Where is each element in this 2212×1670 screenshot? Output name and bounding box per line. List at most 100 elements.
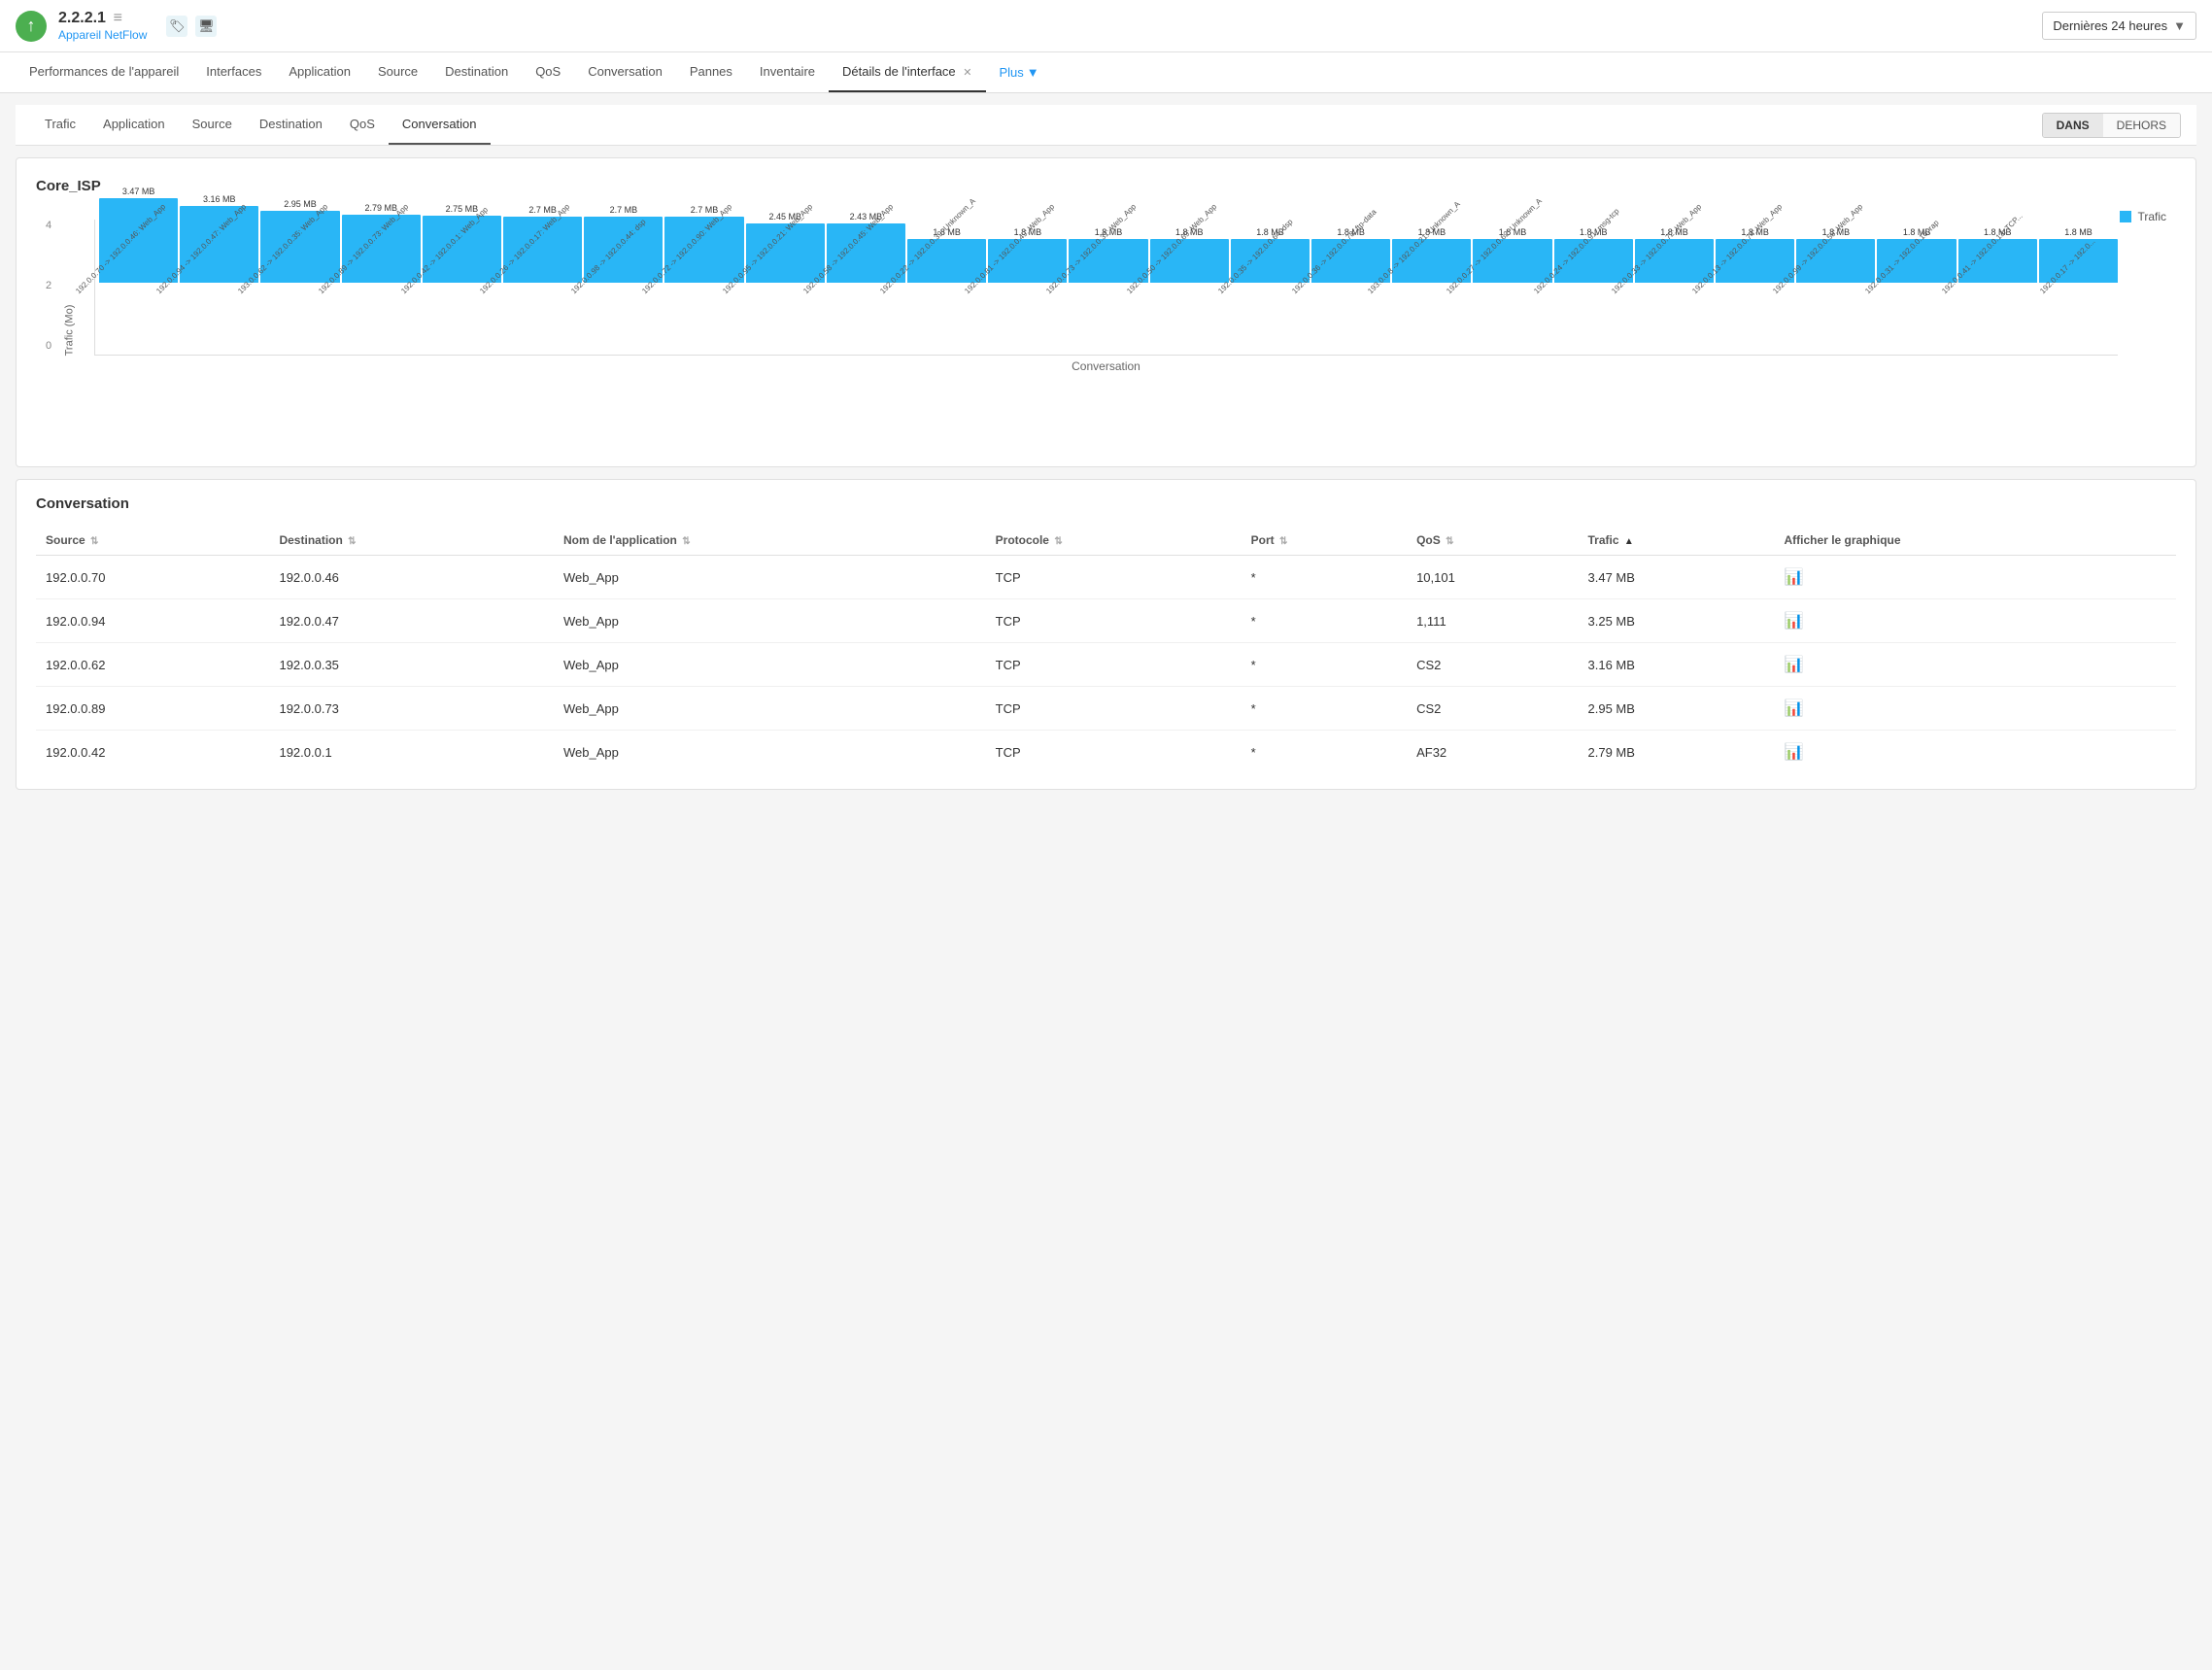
cell-graph[interactable]: 📊 xyxy=(1775,643,2176,687)
chart-x-label: Conversation xyxy=(94,359,2118,373)
header-icons: 🏷 🖥 xyxy=(166,16,217,37)
legend-label: Trafic xyxy=(2137,210,2166,223)
sort-icon-qos: ⇅ xyxy=(1446,536,1453,547)
cell-port: * xyxy=(1242,643,1407,687)
table-row: 192.0.0.94 192.0.0.47 Web_App TCP * 1,11… xyxy=(36,599,2176,643)
cell-trafic: 3.16 MB xyxy=(1579,643,1775,687)
cell-destination: 192.0.0.1 xyxy=(269,731,554,774)
col-port[interactable]: Port ⇅ xyxy=(1242,526,1407,556)
chart-card: Core_ISP Trafic Trafic (Mo) 4 2 0 3.47 M… xyxy=(16,157,2196,467)
device-link[interactable]: Appareil NetFlow xyxy=(58,28,147,42)
chart-bars-area: 3.47 MB192.0.0.70 -> 192.0.0.46: Web_App… xyxy=(94,220,2118,356)
content-area: Trafic Application Source Destination Qo… xyxy=(0,93,2212,801)
nav-tab-more[interactable]: Plus ▼ xyxy=(986,52,1053,92)
nav-tab-qos[interactable]: QoS xyxy=(522,52,574,92)
sub-tab-qos[interactable]: QoS xyxy=(336,105,389,145)
table-section: Conversation Source ⇅ Destination ⇅ Nom … xyxy=(16,479,2196,790)
col-graph: Afficher le graphique xyxy=(1775,526,2176,556)
graph-bar-icon[interactable]: 📊 xyxy=(1785,700,1804,717)
conversation-table: Source ⇅ Destination ⇅ Nom de l'applicat… xyxy=(36,526,2176,773)
table-row: 192.0.0.70 192.0.0.46 Web_App TCP * 10,1… xyxy=(36,556,2176,599)
time-selector[interactable]: Dernières 24 heures ▼ xyxy=(2042,12,2196,40)
dropdown-arrow-icon: ▼ xyxy=(2173,18,2186,33)
sort-icon-port: ⇅ xyxy=(1279,536,1287,547)
y-axis-labels: 4 2 0 xyxy=(46,220,51,356)
chart-y-axis-label: Trafic (Mo) xyxy=(63,305,75,357)
col-destination[interactable]: Destination ⇅ xyxy=(269,526,554,556)
cell-graph[interactable]: 📊 xyxy=(1775,599,2176,643)
nav-tab-destination[interactable]: Destination xyxy=(431,52,522,92)
direction-buttons: DANS DEHORS xyxy=(2042,113,2181,138)
cell-source: 192.0.0.70 xyxy=(36,556,269,599)
sort-icon-protocol: ⇅ xyxy=(1054,536,1062,547)
cell-trafic: 3.47 MB xyxy=(1579,556,1775,599)
tag-icon[interactable]: 🏷 xyxy=(166,16,187,37)
direction-dehors-button[interactable]: DEHORS xyxy=(2103,114,2180,137)
device-info: 2.2.2.1 ≡ Appareil NetFlow xyxy=(58,10,147,42)
nav-tab-inventaire[interactable]: Inventaire xyxy=(746,52,829,92)
nav-tab-source[interactable]: Source xyxy=(364,52,431,92)
cell-qos: 1,111 xyxy=(1407,599,1578,643)
cell-source: 192.0.0.62 xyxy=(36,643,269,687)
cell-port: * xyxy=(1242,599,1407,643)
cell-port: * xyxy=(1242,687,1407,731)
table-header-row: Source ⇅ Destination ⇅ Nom de l'applicat… xyxy=(36,526,2176,556)
direction-dans-button[interactable]: DANS xyxy=(2043,114,2103,137)
col-trafic[interactable]: Trafic ▲ xyxy=(1579,526,1775,556)
table-title: Conversation xyxy=(36,495,2176,512)
header-right: Dernières 24 heures ▼ xyxy=(2042,12,2196,40)
nav-tabs: Performances de l'appareil Interfaces Ap… xyxy=(0,52,2212,93)
cell-destination: 192.0.0.73 xyxy=(269,687,554,731)
tab-close-icon[interactable]: ✕ xyxy=(963,67,971,79)
cell-destination: 192.0.0.47 xyxy=(269,599,554,643)
cell-app: Web_App xyxy=(554,556,986,599)
nav-tab-performances[interactable]: Performances de l'appareil xyxy=(16,52,192,92)
chart-container: Trafic Trafic (Mo) 4 2 0 3.47 MB192.0.0.… xyxy=(36,210,2176,451)
cell-app: Web_App xyxy=(554,731,986,774)
nav-tab-conversation[interactable]: Conversation xyxy=(574,52,676,92)
graph-bar-icon[interactable]: 📊 xyxy=(1785,657,1804,673)
cell-qos: AF32 xyxy=(1407,731,1578,774)
sub-tab-destination[interactable]: Destination xyxy=(246,105,336,145)
monitor-icon[interactable]: 🖥 xyxy=(195,16,217,37)
cell-protocol: TCP xyxy=(986,731,1242,774)
cell-qos: CS2 xyxy=(1407,687,1578,731)
legend-color-box xyxy=(2120,211,2131,222)
col-source[interactable]: Source ⇅ xyxy=(36,526,269,556)
graph-bar-icon[interactable]: 📊 xyxy=(1785,744,1804,761)
cell-app: Web_App xyxy=(554,599,986,643)
col-protocol[interactable]: Protocole ⇅ xyxy=(986,526,1242,556)
nav-tab-interfaces[interactable]: Interfaces xyxy=(192,52,275,92)
sort-icon-app: ⇅ xyxy=(682,536,690,547)
cell-trafic: 3.25 MB xyxy=(1579,599,1775,643)
sub-tab-application[interactable]: Application xyxy=(89,105,179,145)
cell-source: 192.0.0.94 xyxy=(36,599,269,643)
cell-graph[interactable]: 📊 xyxy=(1775,731,2176,774)
cell-graph[interactable]: 📊 xyxy=(1775,556,2176,599)
sub-tabs: Trafic Application Source Destination Qo… xyxy=(31,105,2042,145)
nav-tab-application[interactable]: Application xyxy=(275,52,364,92)
chart-bar-0: 3.47 MB192.0.0.70 -> 192.0.0.46: Web_App xyxy=(99,187,178,355)
cell-source: 192.0.0.42 xyxy=(36,731,269,774)
cell-port: * xyxy=(1242,556,1407,599)
graph-bar-icon[interactable]: 📊 xyxy=(1785,569,1804,586)
chart-bar-5: 2.7 MB192.0.0.26 -> 192.0.0.17: Web_App xyxy=(503,205,582,355)
hamburger-icon[interactable]: ≡ xyxy=(114,10,122,26)
sub-tabs-bar: Trafic Application Source Destination Qo… xyxy=(16,105,2196,146)
nav-tab-details[interactable]: Détails de l'interface ✕ xyxy=(829,52,986,92)
cell-qos: CS2 xyxy=(1407,643,1578,687)
graph-bar-icon[interactable]: 📊 xyxy=(1785,613,1804,630)
cell-graph[interactable]: 📊 xyxy=(1775,687,2176,731)
logo-icon: ↑ xyxy=(16,11,47,42)
sub-tab-source[interactable]: Source xyxy=(179,105,246,145)
cell-destination: 192.0.0.35 xyxy=(269,643,554,687)
sub-tab-trafic[interactable]: Trafic xyxy=(31,105,89,145)
cell-protocol: TCP xyxy=(986,687,1242,731)
col-qos[interactable]: QoS ⇅ xyxy=(1407,526,1578,556)
sub-tab-conversation[interactable]: Conversation xyxy=(389,105,491,145)
col-app[interactable]: Nom de l'application ⇅ xyxy=(554,526,986,556)
cell-protocol: TCP xyxy=(986,599,1242,643)
nav-tab-pannes[interactable]: Pannes xyxy=(676,52,746,92)
sort-icon-trafic: ▲ xyxy=(1624,536,1634,547)
sort-icon-destination: ⇅ xyxy=(348,536,356,547)
